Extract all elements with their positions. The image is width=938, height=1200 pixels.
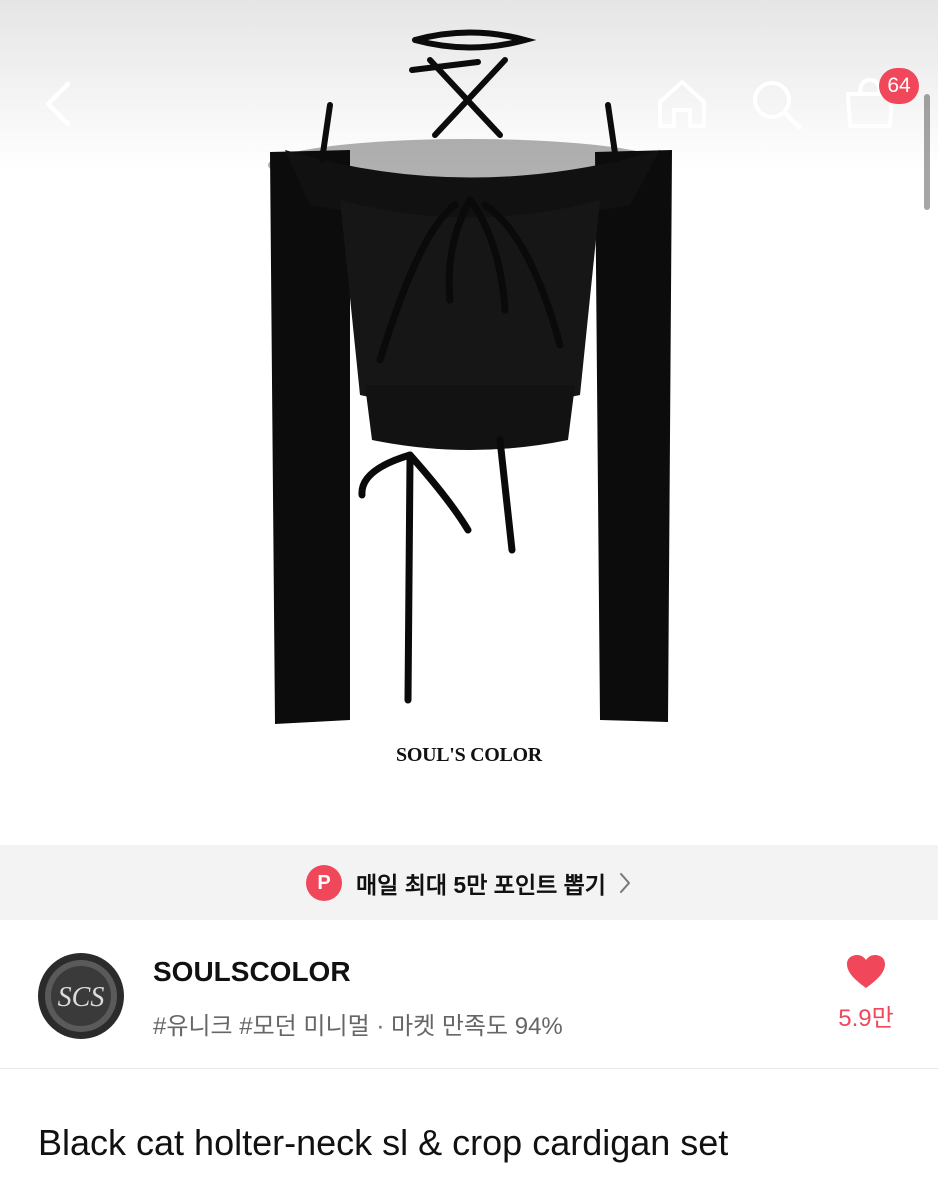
product-title: Black cat holter-neck sl & crop cardigan… [38,1122,729,1163]
point-draw-banner[interactable]: P 매일 최대 5만 포인트 뽑기 [0,845,938,920]
seller-tags: #유니크 #모던 미니멀 · 마켓 만족도 94% [153,1013,563,1040]
search-icon [753,81,802,130]
chevron-left-icon [45,81,71,127]
seller-name[interactable]: SOULSCOLOR [153,956,351,988]
search-button[interactable] [744,72,808,136]
like-button[interactable]: 5.9만 [828,950,904,1040]
heart-icon [847,955,885,988]
scrollbar[interactable] [924,94,930,210]
cart-count-badge: 64 [879,68,919,104]
chevron-right-icon [619,872,630,893]
home-button[interactable] [650,72,714,136]
point-icon: P [306,864,343,901]
like-count: 5.9만 [838,1005,894,1032]
brand-watermark: SOUL'S COLOR [396,744,542,766]
product-image-area[interactable]: SOUL'S COLOR 64 [0,0,938,845]
point-banner-text: 매일 최대 5만 포인트 뽑기 [356,871,606,898]
back-button[interactable] [28,72,92,136]
seller-section[interactable]: SCS SOULSCOLOR #유니크 #모던 미니멀 · 마켓 만족도 94%… [0,920,938,1069]
seller-avatar[interactable]: SCS [37,952,125,1040]
svg-text:SCS: SCS [58,982,105,1013]
home-icon [658,80,706,128]
